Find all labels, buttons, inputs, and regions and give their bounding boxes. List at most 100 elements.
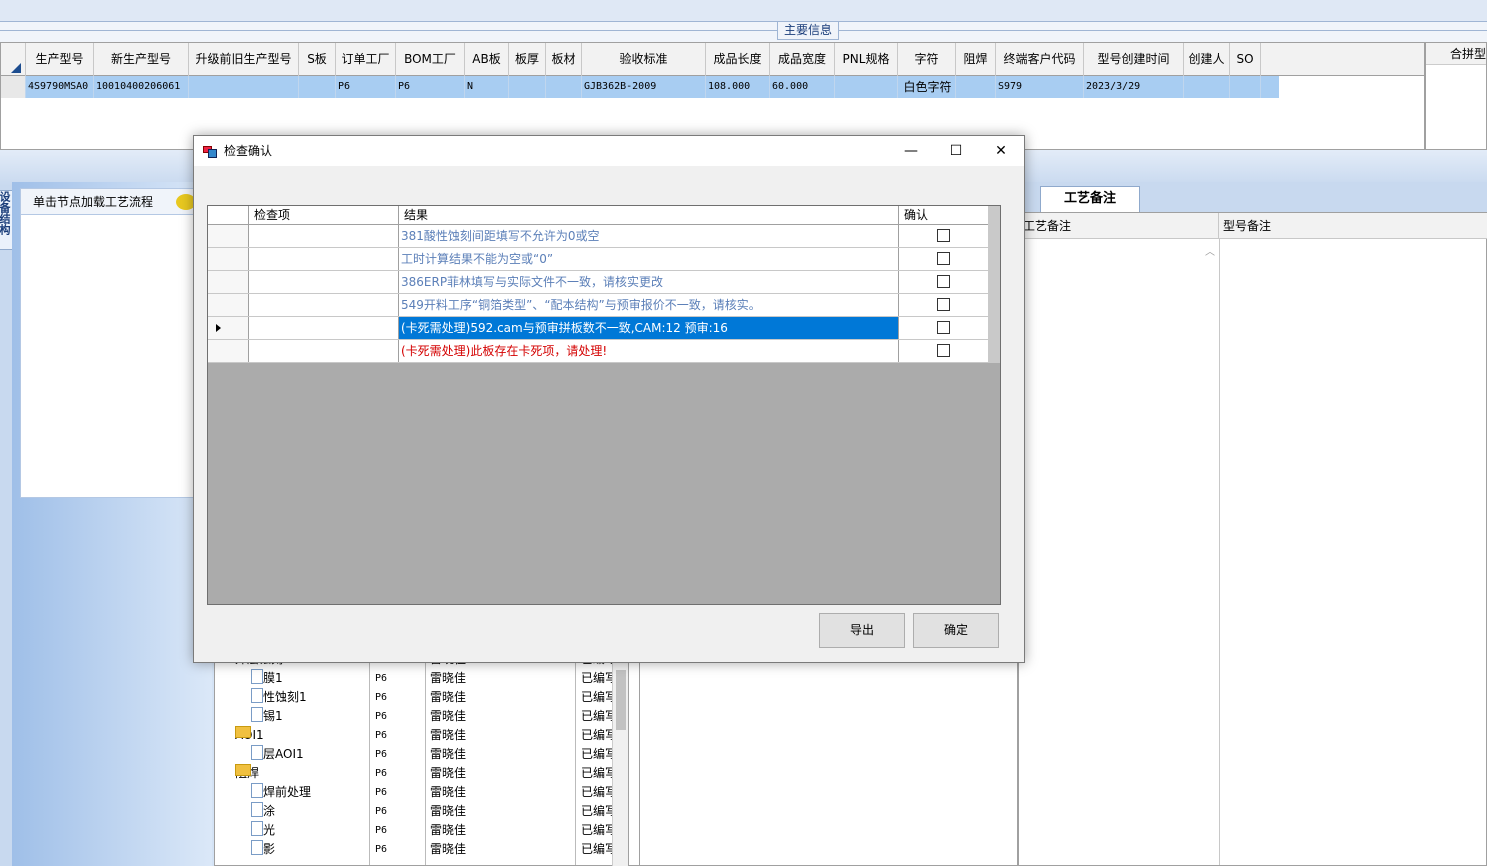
grid-cell[interactable]: 108.000: [706, 76, 770, 98]
check-row[interactable]: (卡死需处理)此板存在卡死项，请处理!: [208, 340, 988, 363]
tree-node[interactable]: 阻焊前处理: [251, 783, 311, 802]
tree-node[interactable]: 碱性蚀刻1: [251, 688, 307, 707]
tree-row[interactable]: 退膜1 P6 雷晓佳 已编写: [215, 669, 627, 688]
confirm-checkbox[interactable]: [937, 275, 950, 288]
grid-cell[interactable]: GJB362B-2009: [582, 76, 706, 98]
grid-cell[interactable]: 10010400206061: [94, 76, 189, 98]
check-row[interactable]: (卡死需处理)592.cam与预审拼板数不一致,CAM:12 预审:16: [208, 317, 988, 340]
row-header[interactable]: [1, 76, 26, 98]
check-item-cell[interactable]: [249, 340, 399, 362]
tab-process-notes[interactable]: 工艺备注: [1040, 186, 1140, 212]
grid-column-header[interactable]: BOM工厂: [396, 43, 465, 76]
grid-cell[interactable]: 2023/3/29: [1084, 76, 1184, 98]
grid-column-header[interactable]: 型号创建时间: [1084, 43, 1184, 76]
result-cell[interactable]: (卡死需处理)592.cam与预审拼板数不一致,CAM:12 预审:16: [399, 317, 899, 339]
confirm-checkbox[interactable]: [937, 298, 950, 311]
grid-column-header[interactable]: 验收标准: [582, 43, 706, 76]
check-row[interactable]: 386ERP菲林填写与实际文件不一致，请核实更改: [208, 271, 988, 294]
grid-column-header[interactable]: S板: [299, 43, 336, 76]
grid-cell[interactable]: [1230, 76, 1261, 98]
col-result[interactable]: 结果: [399, 206, 899, 224]
grid-column-header[interactable]: 生产型号: [26, 43, 94, 76]
tree-row[interactable]: 曝光 P6 雷晓佳 已编写: [215, 821, 627, 840]
row-header[interactable]: [208, 340, 249, 362]
grid-cell[interactable]: P6: [396, 76, 465, 98]
grid-cell[interactable]: N: [465, 76, 509, 98]
col-confirm[interactable]: 确认: [899, 206, 988, 224]
tree-row[interactable]: 退锡1 P6 雷晓佳 已编写: [215, 707, 627, 726]
result-cell[interactable]: (卡死需处理)此板存在卡死项，请处理!: [399, 340, 899, 362]
confirm-cell[interactable]: [899, 294, 988, 316]
check-grid[interactable]: 检查项 结果 确认 381酸性蚀刻间距填写不允许为0或空 工时计算结果不能为空或“…: [207, 205, 1001, 605]
confirm-cell[interactable]: [899, 340, 988, 362]
tree-row[interactable]: 外层AOI1 P6 雷晓佳 已编写: [215, 745, 627, 764]
tree-node[interactable]: 外层AOI1: [251, 745, 304, 764]
result-cell[interactable]: 381酸性蚀刻间距填写不允许为0或空: [399, 225, 899, 247]
ok-button[interactable]: 确定: [913, 613, 999, 648]
tree-row[interactable]: 显影 P6 雷晓佳 已编写: [215, 840, 627, 859]
tree-node[interactable]: 退膜1: [251, 669, 283, 688]
row-header[interactable]: [208, 294, 249, 316]
check-item-cell[interactable]: [249, 248, 399, 270]
grid-column-header[interactable]: 订单工厂: [336, 43, 396, 76]
row-header[interactable]: [208, 248, 249, 270]
confirm-cell[interactable]: [899, 271, 988, 293]
close-button[interactable]: ✕: [978, 136, 1024, 166]
scroll-up-icon[interactable]: ︿: [1205, 243, 1215, 258]
grid-row[interactable]: 4S9790MSA0 10010400206061 P6 P6 N GJB362B-200…: [1, 76, 1279, 98]
result-cell[interactable]: 386ERP菲林填写与实际文件不一致，请核实更改: [399, 271, 899, 293]
confirm-cell[interactable]: [899, 248, 988, 270]
row-header[interactable]: [208, 317, 249, 339]
grid-cell[interactable]: [1184, 76, 1230, 98]
check-row[interactable]: 549开料工序“铜箔类型”、“配本结构”与预审报价不一致，请核实。: [208, 294, 988, 317]
grid-column-header[interactable]: PNL规格: [835, 43, 898, 76]
grid-cell[interactable]: 60.000: [770, 76, 835, 98]
grid-column-header[interactable]: 创建人: [1184, 43, 1230, 76]
grid-column-header[interactable]: 终端客户代码: [996, 43, 1084, 76]
confirm-checkbox[interactable]: [937, 252, 950, 265]
grid-column-header[interactable]: 成品宽度: [770, 43, 835, 76]
grid-cell[interactable]: [509, 76, 546, 98]
process-tree[interactable]: −外层蚀刻1P6雷晓佳已编写退膜1P6雷晓佳已编写碱性蚀刻1P6雷晓佳已编写退锡…: [214, 640, 628, 866]
grid-column-header[interactable]: SO: [1230, 43, 1261, 76]
left-side-tab[interactable]: 设备结构: [0, 186, 13, 866]
result-cell[interactable]: 549开料工序“铜箔类型”、“配本结构”与预审报价不一致，请核实。: [399, 294, 899, 316]
confirm-cell[interactable]: [899, 225, 988, 247]
result-cell[interactable]: 工时计算结果不能为空或“0”: [399, 248, 899, 270]
grid-cell[interactable]: [835, 76, 898, 98]
grid-cell[interactable]: 4S9790MSA0: [26, 76, 94, 98]
tree-node[interactable]: −阻焊: [235, 764, 259, 783]
grid-column-header[interactable]: 成品长度: [706, 43, 770, 76]
check-item-cell[interactable]: [249, 225, 399, 247]
confirm-checkbox[interactable]: [937, 344, 950, 357]
grid-cell[interactable]: [546, 76, 582, 98]
grid-column-header[interactable]: 字符: [898, 43, 956, 76]
grid-cell[interactable]: 白色字符: [898, 76, 956, 98]
grid-cell[interactable]: [956, 76, 996, 98]
tree-row[interactable]: 喷涂 P6 雷晓佳 已编写: [215, 802, 627, 821]
tree-scrollbar[interactable]: [612, 640, 628, 866]
grid-cell[interactable]: S979: [996, 76, 1084, 98]
grid-column-header[interactable]: 板厚: [509, 43, 546, 76]
check-row[interactable]: 381酸性蚀刻间距填写不允许为0或空: [208, 225, 988, 248]
check-item-cell[interactable]: [249, 271, 399, 293]
row-header[interactable]: [208, 271, 249, 293]
tree-node[interactable]: 喷涂: [251, 802, 275, 821]
grid-corner[interactable]: [1, 43, 26, 76]
grid-column-header[interactable]: 板材: [546, 43, 582, 76]
confirm-checkbox[interactable]: [937, 229, 950, 242]
check-grid-scrollbar[interactable]: [988, 206, 1000, 363]
grid-column-header[interactable]: 阻焊: [956, 43, 996, 76]
tree-row[interactable]: 碱性蚀刻1 P6 雷晓佳 已编写: [215, 688, 627, 707]
export-button[interactable]: 导出: [819, 613, 905, 648]
product-grid[interactable]: 生产型号 新生产型号 升级前旧生产型号 S板 订单工厂 BOM工厂 AB板 板厚 板材 验收标准成…: [0, 42, 1425, 150]
tree-node[interactable]: 显影: [251, 840, 275, 859]
confirm-checkbox[interactable]: [937, 321, 950, 334]
row-header[interactable]: [208, 225, 249, 247]
maximize-button[interactable]: ☐: [933, 136, 979, 166]
grid-column-header[interactable]: AB板: [465, 43, 509, 76]
tree-row[interactable]: −阻焊P6雷晓佳已编写: [215, 764, 627, 783]
tree-row[interactable]: −AOI1P6雷晓佳已编写: [215, 726, 627, 745]
grid-cell[interactable]: [299, 76, 336, 98]
grid-column-header[interactable]: 新生产型号: [94, 43, 189, 76]
